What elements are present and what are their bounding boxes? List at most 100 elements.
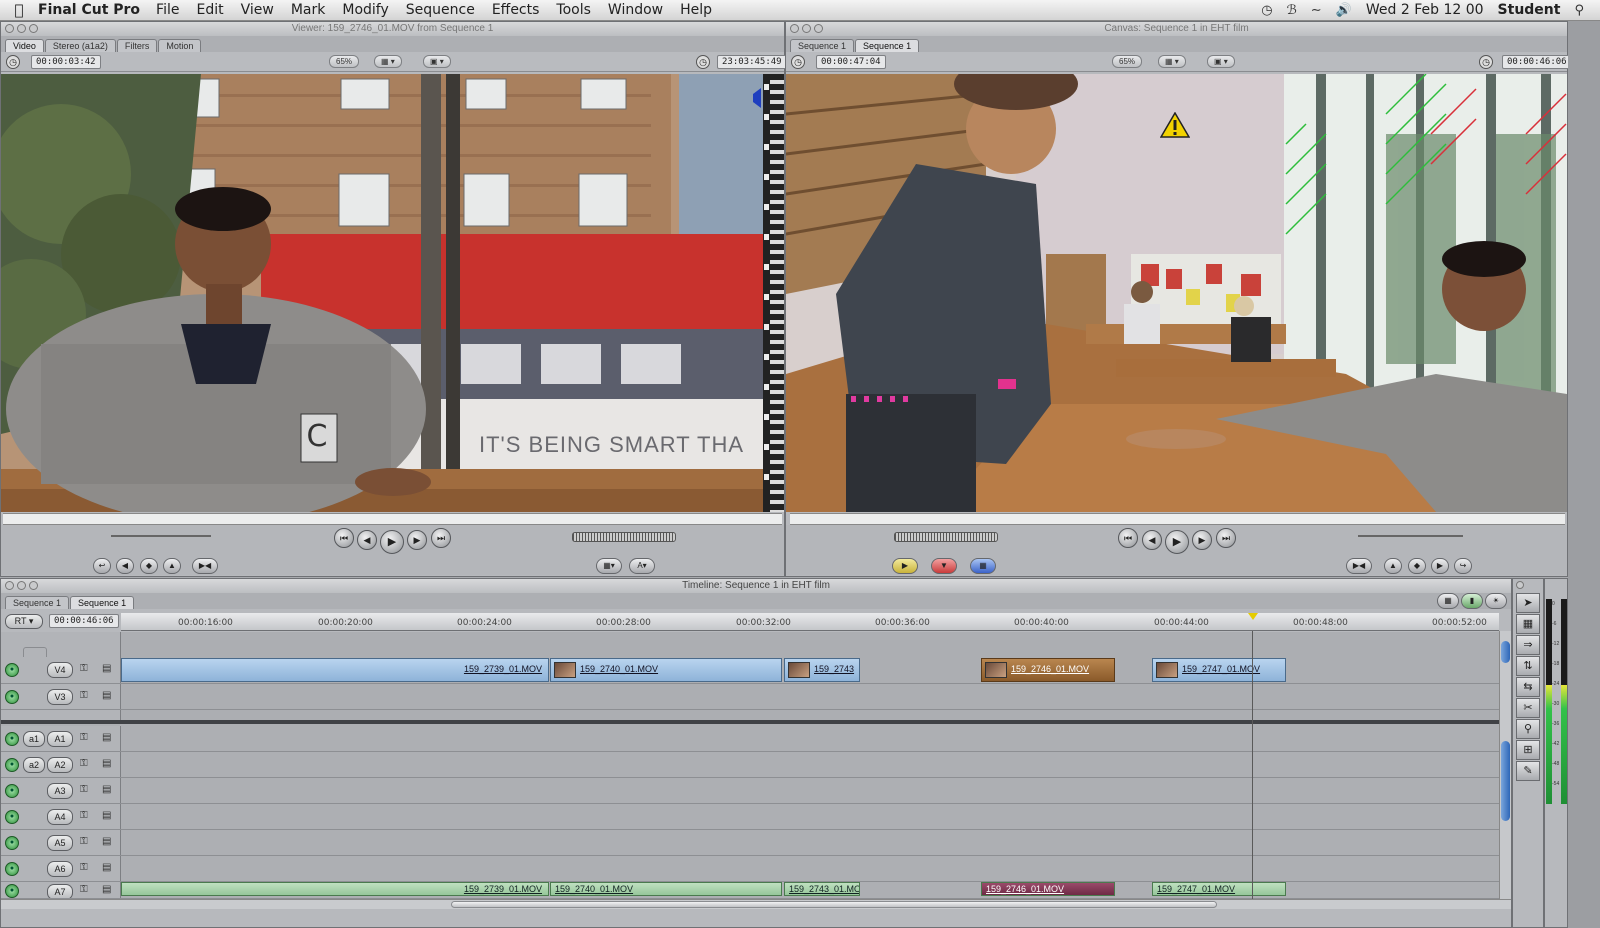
video-scroll-thumb[interactable] bbox=[1501, 641, 1510, 663]
snapping-icon[interactable]: ✴ bbox=[1485, 593, 1507, 609]
audio-clip[interactable]: 159_2743_01.MOV bbox=[784, 882, 860, 896]
play-around-button[interactable]: ▶ bbox=[407, 530, 427, 550]
auto-select-icon[interactable]: ▤ bbox=[102, 884, 111, 895]
viewer-overlay-popup[interactable]: ▣ ▾ bbox=[423, 55, 451, 68]
track-layout-icon[interactable]: ▦ bbox=[1437, 593, 1459, 609]
time-machine-icon[interactable]: ◷ bbox=[1261, 3, 1272, 18]
bluetooth-icon[interactable]: ℬ bbox=[1287, 3, 1297, 18]
mark-out-button[interactable]: ▶ bbox=[1431, 558, 1449, 574]
audio-clip[interactable]: 159_2740_01.MOV bbox=[550, 882, 782, 896]
close-icon[interactable] bbox=[790, 24, 799, 33]
prev-edit-button[interactable]: ⏮ bbox=[334, 528, 354, 548]
next-edit-button[interactable]: ⏭ bbox=[1216, 528, 1236, 548]
lock-icon[interactable]: ⚿ bbox=[80, 836, 88, 847]
canvas-duration-timecode[interactable]: 00:00:47:04 bbox=[816, 55, 886, 69]
tab-video[interactable]: Video bbox=[5, 39, 44, 52]
speaker-icon[interactable]: ● bbox=[5, 861, 19, 876]
minimize-icon[interactable] bbox=[17, 581, 26, 590]
match-frame-button[interactable]: ↩ bbox=[93, 558, 111, 574]
tab-sequence-1b[interactable]: Sequence 1 bbox=[70, 596, 135, 609]
speaker-icon[interactable]: ● bbox=[5, 809, 19, 824]
timeline-clip[interactable]: 159_2743 bbox=[784, 658, 860, 682]
audio-scroll-thumb[interactable] bbox=[1501, 741, 1510, 821]
menu-sequence[interactable]: Sequence bbox=[406, 2, 475, 18]
lock-icon[interactable]: ⚿ bbox=[80, 663, 88, 674]
app-menu[interactable]: Final Cut Pro bbox=[38, 2, 140, 18]
menu-file[interactable]: File bbox=[156, 2, 179, 18]
prev-edit-button[interactable]: ⏮ bbox=[1118, 528, 1138, 548]
lock-icon[interactable]: ⚿ bbox=[80, 810, 88, 821]
linking-icon[interactable]: ▮ bbox=[1461, 593, 1483, 609]
search-icon[interactable]: ⚲ bbox=[1574, 3, 1584, 18]
lock-icon[interactable]: ⚿ bbox=[80, 758, 88, 769]
track-destination-a4[interactable]: A4 bbox=[47, 808, 73, 825]
playhead-line[interactable] bbox=[1252, 631, 1253, 899]
mark-in-out-button[interactable]: ▶◀ bbox=[1346, 558, 1372, 574]
overwrite-edit-button[interactable]: ▼ bbox=[931, 558, 957, 574]
canvas-scrubber-bar[interactable] bbox=[790, 513, 1565, 525]
add-marker-button[interactable]: ◆ bbox=[140, 558, 158, 574]
slip-tool-icon[interactable]: ⇆ bbox=[1516, 677, 1540, 697]
menu-window[interactable]: Window bbox=[608, 2, 663, 18]
wifi-icon[interactable]: ∼ bbox=[1311, 3, 1322, 18]
tab-motion[interactable]: Motion bbox=[158, 39, 202, 52]
tab-filters[interactable]: Filters bbox=[116, 39, 158, 52]
track-destination-a3[interactable]: A3 bbox=[47, 782, 73, 799]
match-frame-button[interactable]: ↪ bbox=[1454, 558, 1472, 574]
lock-icon[interactable]: ⚿ bbox=[80, 690, 88, 701]
tab-sequence-1b[interactable]: Sequence 1 bbox=[855, 39, 920, 52]
track-destination-a1[interactable]: A1 bbox=[47, 730, 73, 747]
track-destination-v4[interactable]: V4 bbox=[47, 662, 73, 678]
speaker-icon[interactable]: ● bbox=[5, 884, 19, 898]
viewer-duration-timecode[interactable]: 00:00:03:42 bbox=[31, 55, 101, 69]
play-button[interactable]: ▶ bbox=[380, 530, 404, 554]
audio-clip[interactable]: 159_2747_01.MOV bbox=[1152, 882, 1286, 896]
canvas-current-timecode[interactable]: 00:00:46:06 bbox=[1502, 55, 1572, 69]
zoom-icon[interactable] bbox=[29, 24, 38, 33]
menu-modify[interactable]: Modify bbox=[342, 2, 388, 18]
speaker-icon[interactable]: ● bbox=[5, 835, 19, 850]
source-patch-a1[interactable]: a1 bbox=[23, 730, 45, 747]
recent-clips-button[interactable]: ▦▾ bbox=[596, 558, 622, 574]
menubar-user[interactable]: Student bbox=[1498, 2, 1561, 18]
viewer-shuttle-slider[interactable] bbox=[111, 531, 211, 537]
track-select-tool-icon[interactable]: ⇒ bbox=[1516, 635, 1540, 655]
audio-clip[interactable]: 159_2739_01.MOV bbox=[121, 882, 549, 896]
viewer-scrubber-bar[interactable] bbox=[3, 513, 782, 525]
tab-sequence-1a[interactable]: Sequence 1 bbox=[5, 596, 70, 609]
audio-clip-selected[interactable]: 159_2746_01.MOV bbox=[981, 882, 1115, 896]
close-icon[interactable] bbox=[1516, 581, 1524, 589]
auto-select-icon[interactable]: ▤ bbox=[102, 862, 111, 873]
add-keyframe-button[interactable]: ▲ bbox=[1384, 558, 1402, 574]
track-visibility-icon[interactable]: ● bbox=[5, 689, 19, 704]
speaker-icon[interactable]: ● bbox=[5, 757, 19, 772]
edit-select-tool-icon[interactable]: ▦ bbox=[1516, 614, 1540, 634]
timeline-clip[interactable]: 159_2739_01.MOV bbox=[121, 658, 549, 682]
viewer-current-timecode[interactable]: 23:03:45:49 bbox=[717, 55, 787, 69]
lock-icon[interactable]: ⚿ bbox=[80, 884, 88, 895]
menu-tools[interactable]: Tools bbox=[556, 2, 591, 18]
play-button[interactable]: ▶ bbox=[1165, 530, 1189, 554]
auto-select-icon[interactable]: ▤ bbox=[102, 732, 111, 743]
next-edit-button[interactable]: ⏭ bbox=[431, 528, 451, 548]
tab-stereo[interactable]: Stereo (a1a2) bbox=[44, 39, 116, 52]
close-icon[interactable] bbox=[5, 581, 14, 590]
track-visibility-icon[interactable]: ● bbox=[5, 663, 19, 677]
insert-edit-button[interactable]: ▶ bbox=[892, 558, 918, 574]
add-marker-button[interactable]: ◆ bbox=[1408, 558, 1426, 574]
razor-tool-icon[interactable]: ✂ bbox=[1516, 698, 1540, 718]
menu-help[interactable]: Help bbox=[680, 2, 712, 18]
lock-icon[interactable]: ⚿ bbox=[80, 862, 88, 873]
timeline-clip-selected[interactable]: 159_2746_01.MOV bbox=[981, 658, 1115, 682]
minimize-icon[interactable] bbox=[17, 24, 26, 33]
rt-popup[interactable]: RT ▾ bbox=[5, 614, 43, 629]
zoom-icon[interactable] bbox=[814, 24, 823, 33]
auto-select-icon[interactable]: ▤ bbox=[102, 758, 111, 769]
track-destination-a7[interactable]: A7 bbox=[47, 884, 73, 898]
auto-select-icon[interactable]: ▤ bbox=[102, 690, 111, 701]
viewer-view-popup[interactable]: ▦ ▾ bbox=[374, 55, 402, 68]
auto-select-icon[interactable]: ▤ bbox=[102, 784, 111, 795]
add-keyframe-button[interactable]: ▲ bbox=[163, 558, 181, 574]
lock-icon[interactable]: ⚿ bbox=[80, 784, 88, 795]
timeline-vertical-scrollbar[interactable] bbox=[1499, 631, 1511, 899]
